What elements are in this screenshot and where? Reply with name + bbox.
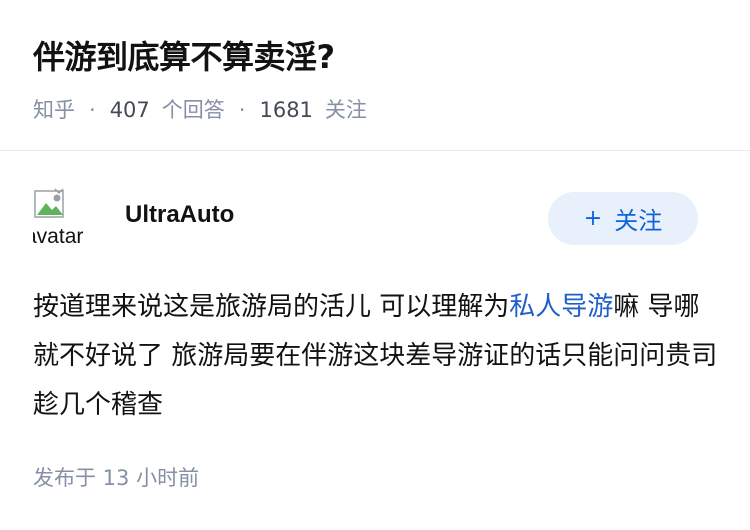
followers-label[interactable]: 关注 (325, 94, 367, 126)
keyword-link[interactable]: 私人导游 (509, 292, 613, 322)
separator-dot: · (89, 98, 96, 122)
source-label[interactable]: 知乎 (33, 94, 75, 126)
avatar-alt-text: avatar (33, 225, 84, 248)
broken-image-icon (34, 188, 64, 218)
plus-icon: + (583, 206, 603, 231)
avatar[interactable]: avatar (33, 187, 99, 249)
followers-count[interactable]: 1681 (259, 94, 312, 126)
answer-page: 伴游到底算不算卖淫? 知乎 · 407 个回答 · 1681 关注 avatar… (0, 0, 750, 530)
author-row: avatar UltraAuto + 关注 (33, 187, 703, 251)
publish-time: 发布于 13 小时前 (33, 466, 200, 490)
answers-count[interactable]: 407 (110, 94, 150, 126)
question-meta: 知乎 · 407 个回答 · 1681 关注 (33, 94, 733, 126)
answers-label[interactable]: 个回答 (162, 94, 225, 126)
follow-label: 关注 (614, 207, 663, 235)
follow-button[interactable]: + 关注 (548, 192, 698, 245)
question-title[interactable]: 伴游到底算不算卖淫? (33, 26, 733, 88)
author-name[interactable]: UltraAuto (125, 201, 234, 229)
answer-text-part-1: 按道理来说这是旅游局的活儿 可以理解为 (33, 292, 510, 322)
divider (0, 150, 750, 151)
separator-dot: · (238, 98, 246, 122)
answer-content: 按道理来说这是旅游局的活儿 可以理解为私人导游嘛 导哪就不好说了 旅游局要在伴游… (33, 283, 723, 430)
question-header: 伴游到底算不算卖淫? 知乎 · 407 个回答 · 1681 关注 (33, 26, 733, 126)
